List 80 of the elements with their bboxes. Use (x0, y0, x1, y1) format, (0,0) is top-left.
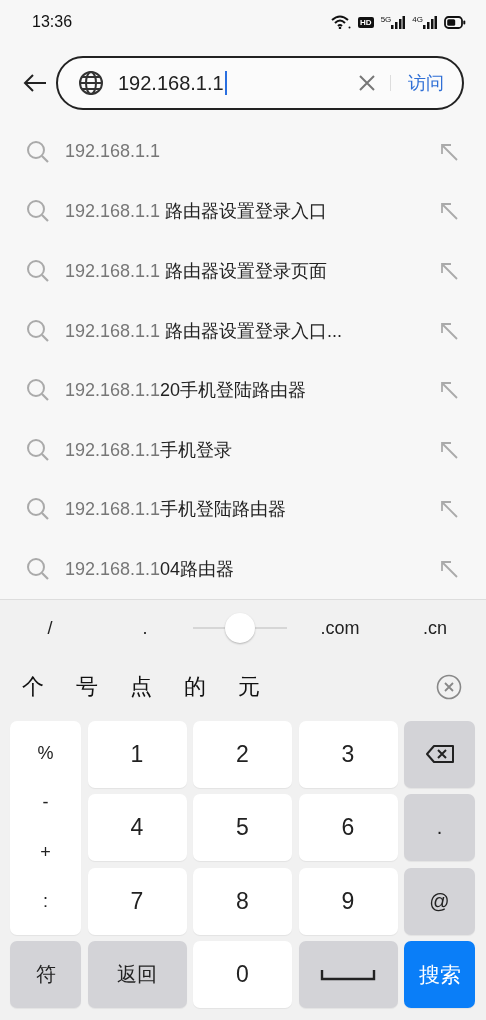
wifi-icon (331, 15, 352, 30)
search-icon (26, 139, 50, 164)
digit-key[interactable]: 3 (298, 720, 398, 788)
suggestion-item[interactable]: 192.168.1.1 路由器设置登录入口 (0, 181, 486, 242)
backspace-icon (424, 744, 455, 764)
search-icon (26, 258, 50, 283)
url-field[interactable]: 192.168.1.1 (118, 71, 227, 96)
visit-button[interactable]: 访问 (408, 71, 444, 96)
candidate-word[interactable]: 点 (130, 671, 152, 702)
suggestion-text: 192.168.1.120手机登陆路由器 (65, 379, 308, 403)
digit-key[interactable]: 5 (193, 794, 292, 861)
backspace-key[interactable] (404, 720, 475, 788)
network-label: 5G (380, 15, 392, 24)
close-icon[interactable] (436, 673, 462, 700)
suggestion-text: 192.168.1.1 路由器设置登录入口 (65, 200, 329, 224)
suggestion-item[interactable]: 192.168.1.1 路由器设置登录页面 (0, 241, 486, 301)
clear-button[interactable] (358, 74, 376, 93)
candidate-word[interactable]: 号 (76, 671, 98, 702)
suggestion-item[interactable]: 192.168.1.1 路由器设置登录入口... (0, 300, 486, 361)
digit-key[interactable]: 8 (193, 867, 292, 935)
suggestion-text: 192.168.1.1 路由器设置登录入口... (65, 319, 344, 343)
function-key[interactable]: @ (404, 867, 475, 935)
function-key[interactable]: . (404, 794, 475, 861)
digit-key[interactable]: 0 (193, 941, 292, 1008)
fill-arrow-icon[interactable] (440, 381, 458, 400)
fill-arrow-icon[interactable] (440, 142, 458, 161)
suggestion-item[interactable]: 192.168.1.1手机登陆路由器 (0, 479, 486, 540)
battery-icon (444, 15, 466, 29)
candidate-word[interactable]: 元 (238, 671, 260, 702)
digit-key[interactable]: 2 (193, 720, 292, 788)
digit-key[interactable]: 9 (298, 867, 398, 935)
candidate-word[interactable]: 的 (184, 671, 206, 702)
suggestion-text: 192.168.1.1 (65, 141, 162, 163)
shortcut-key[interactable]: .com (290, 599, 390, 658)
suggestion-text: 192.168.1.1 路由器设置登录页面 (65, 259, 329, 283)
back-arrow-icon (23, 73, 47, 94)
suggestion-text: 192.168.1.1手机登陆路由器 (65, 498, 288, 522)
fill-arrow-icon[interactable] (440, 321, 458, 340)
digit-key[interactable]: 7 (87, 867, 187, 935)
fill-arrow-icon[interactable] (440, 261, 458, 280)
close-icon (358, 74, 376, 93)
shortcut-key[interactable]: .cn (390, 599, 480, 658)
search-icon (26, 497, 50, 522)
search-icon (26, 199, 50, 224)
fill-arrow-icon[interactable] (440, 500, 458, 519)
search-icon (26, 378, 50, 403)
status-time: 13:36 (32, 13, 73, 32)
symbol-key[interactable]: + (40, 841, 51, 863)
fill-arrow-icon[interactable] (440, 559, 458, 578)
shortcut-key[interactable]: / (0, 599, 100, 658)
symbol-key[interactable]: % (37, 742, 54, 764)
suggestion-item[interactable]: 192.168.1.1手机登录 (0, 419, 486, 480)
search-icon (26, 556, 50, 581)
digit-key[interactable]: 6 (298, 794, 398, 861)
hd-badge: HD (358, 16, 374, 28)
space-icon (320, 968, 376, 981)
slider-thumb[interactable] (225, 613, 255, 644)
suggestion-item[interactable]: 192.168.1.104路由器 (0, 539, 486, 599)
digit-key[interactable]: 1 (87, 720, 187, 788)
fill-arrow-icon[interactable] (440, 202, 458, 221)
search-icon (26, 437, 50, 462)
suggestion-item[interactable]: 192.168.1.1 (0, 121, 486, 182)
symbol-key[interactable]: : (43, 891, 48, 913)
fill-arrow-icon[interactable] (440, 440, 458, 459)
signal-icon (423, 15, 437, 29)
space-key[interactable] (298, 941, 398, 1008)
search-key[interactable]: 搜索 (404, 941, 475, 1008)
function-key[interactable]: 符 (10, 941, 81, 1008)
network-label: 4G (412, 15, 423, 24)
search-icon (26, 318, 50, 343)
function-key[interactable]: 返回 (87, 941, 187, 1008)
suggestion-item[interactable]: 192.168.1.120手机登陆路由器 (0, 360, 486, 420)
suggestion-text: 192.168.1.1手机登录 (65, 438, 234, 462)
suggestion-text: 192.168.1.104路由器 (65, 557, 236, 581)
signal-icon (391, 15, 406, 29)
globe-icon (78, 70, 104, 97)
candidate-word[interactable]: 个 (22, 671, 44, 702)
digit-key[interactable]: 4 (87, 794, 187, 861)
symbol-key[interactable]: - (42, 792, 49, 814)
shortcut-key[interactable]: . (100, 599, 190, 658)
